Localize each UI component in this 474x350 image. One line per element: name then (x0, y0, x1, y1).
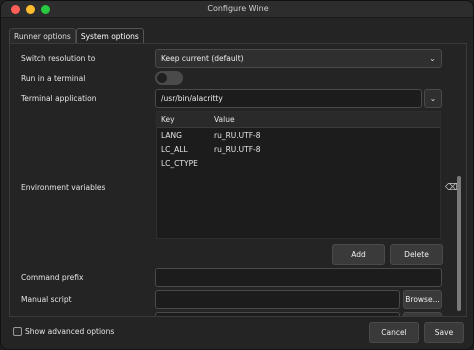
chevron-down-icon: ⌄ (429, 54, 436, 63)
title-bar: Configure Wine (1, 1, 473, 18)
environment-variables-label: Environment variables (21, 183, 106, 192)
next-setting-button[interactable] (403, 312, 442, 316)
configure-wine-window: Configure Wine Runner options System opt… (0, 0, 474, 350)
env-key: LANG (161, 131, 182, 140)
backspace-icon[interactable]: ⌫ (445, 183, 458, 193)
cancel-button[interactable]: Cancel (369, 322, 419, 343)
run-in-terminal-label: Run in a terminal (21, 74, 86, 83)
switch-resolution-label: Switch resolution to (21, 54, 96, 63)
browse-button[interactable]: Browse... (403, 290, 442, 309)
run-in-terminal-toggle[interactable] (155, 71, 183, 85)
table-header: Key Value (157, 112, 440, 128)
tab-runner-options[interactable]: Runner options (9, 28, 76, 44)
scrollbar[interactable] (457, 176, 461, 311)
env-value: ru_RU.UTF-8 (214, 131, 261, 140)
manual-script-input[interactable] (155, 290, 400, 309)
tab-bar: Runner options System options (9, 28, 144, 44)
env-key: LC_CTYPE (161, 159, 198, 168)
show-advanced-label: Show advanced options (25, 327, 115, 336)
column-header-key[interactable]: Key (161, 115, 175, 124)
environment-variables-table[interactable]: Key Value LANG ru_RU.UTF-8 LC_ALL ru_RU.… (156, 111, 441, 239)
save-button[interactable]: Save (424, 322, 464, 343)
system-options-panel: Switch resolution to Keep current (defau… (9, 43, 467, 317)
env-key: LC_ALL (161, 145, 188, 154)
command-prefix-label: Command prefix (21, 273, 84, 282)
next-setting-input[interactable] (155, 312, 400, 316)
terminal-application-dropdown[interactable]: ⌄ (424, 89, 442, 108)
delete-variable-button[interactable]: Delete (390, 244, 443, 265)
toggle-knob (157, 73, 167, 83)
switch-resolution-value: Keep current (default) (161, 54, 244, 63)
env-value: ru_RU.UTF-8 (214, 145, 261, 154)
add-variable-button[interactable]: Add (332, 244, 385, 265)
tab-system-options[interactable]: System options (75, 28, 144, 44)
table-row[interactable]: LC_CTYPE (157, 158, 440, 171)
terminal-application-label: Terminal application (21, 94, 97, 103)
manual-script-label: Manual script (21, 295, 72, 304)
window-title: Configure Wine (207, 4, 269, 13)
switch-resolution-select[interactable]: Keep current (default) ⌄ (155, 49, 442, 68)
terminal-application-input[interactable]: /usr/bin/alacritty (155, 89, 422, 108)
table-row[interactable]: LC_ALL ru_RU.UTF-8 (157, 144, 440, 157)
show-advanced-checkbox[interactable] (13, 327, 22, 336)
command-prefix-input[interactable] (155, 268, 442, 287)
chevron-down-icon: ⌄ (429, 94, 437, 103)
column-header-value[interactable]: Value (214, 115, 235, 124)
table-row[interactable]: LANG ru_RU.UTF-8 (157, 130, 440, 143)
